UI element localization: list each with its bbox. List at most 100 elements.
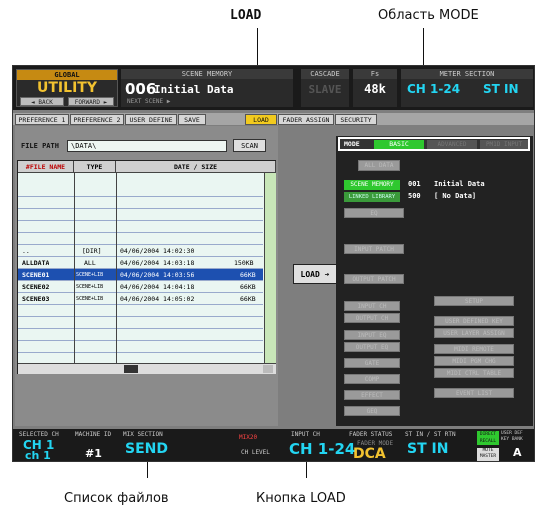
scene-number: 006 <box>125 80 157 98</box>
table-row <box>18 221 263 233</box>
input-label: INPUT CH <box>291 431 320 438</box>
cell-date: 04/06/2004 14:03:18 <box>120 259 195 267</box>
table-row[interactable]: SCENE03 SCENE+LIB 04/06/2004 14:05:02 66… <box>18 293 263 305</box>
tab-security[interactable]: SECURITY <box>335 114 377 125</box>
cell-name: SCENE01 <box>22 271 50 279</box>
tab-fader-assign[interactable]: FADER ASSIGN <box>278 114 334 125</box>
table-row <box>18 341 263 353</box>
library-number: 500 <box>408 192 421 200</box>
linked-library-row: LINKED LIBRARY 500 [ No Data] <box>344 192 524 202</box>
st-in[interactable]: ST IN <box>407 441 448 457</box>
tab-save[interactable]: SAVE <box>178 114 206 125</box>
midi-pgm-chg-button[interactable]: MIDI PGM CHG <box>434 356 514 366</box>
cell-name: ALLDATA <box>22 259 50 267</box>
col-file-name[interactable]: #FILE NAME <box>18 161 74 173</box>
library-title: [ No Data] <box>434 192 477 200</box>
col-divider <box>74 173 75 363</box>
midi-ctrl-table-button[interactable]: MIDI CTRL TABLE <box>434 368 514 378</box>
right-panel: MODE BASIC ADVANCED PM1D INPUT ALL DATA … <box>336 136 533 426</box>
utility-screen: GLOBAL UTILITY ◄ BACK FORWARD ► SCENE ME… <box>12 65 535 462</box>
setup-button[interactable]: SETUP <box>434 296 514 306</box>
cell-name: SCENE03 <box>22 295 50 303</box>
cascade-box: CASCADE SLAVE <box>301 69 349 107</box>
output-ch-button[interactable]: OUTPUT CH <box>344 313 400 323</box>
scroll-right-arrow[interactable] <box>263 365 273 373</box>
table-row <box>18 233 263 245</box>
next-scene: NEXT SCENE ▶ <box>127 98 171 105</box>
output-eq-button[interactable]: OUTPUT EQ <box>344 342 400 352</box>
table-row[interactable]: .. [DIR] 04/06/2004 14:02:30 <box>18 245 263 257</box>
direct-recall[interactable]: DIRECT RECALL <box>477 431 499 445</box>
input-patch-button[interactable]: INPUT PATCH <box>344 244 404 254</box>
scan-button[interactable]: SCAN <box>233 139 266 152</box>
meter-box: METER SECTION CH 1-24 ST IN <box>401 69 533 107</box>
back-button[interactable]: ◄ BACK <box>20 97 64 106</box>
scene-memory-box: SCENE MEMORY 006 Initial Data NEXT SCENE… <box>121 69 293 107</box>
cell-size: 66KB <box>240 283 256 291</box>
event-list-button[interactable]: EVENT LIST <box>434 388 514 398</box>
geq-button[interactable]: GEQ <box>344 406 400 416</box>
all-data-button[interactable]: ALL DATA <box>358 160 400 171</box>
user-layer-assign-button[interactable]: USER LAYER ASSIGN <box>434 328 514 338</box>
col-date-size[interactable]: DATE / SIZE <box>116 161 276 173</box>
fader-status-label: FADER STATUS <box>349 431 393 438</box>
tab-preference-1[interactable]: PREFERENCE 1 <box>15 114 69 125</box>
cell-date: 04/06/2004 14:02:30 <box>120 247 195 255</box>
linked-library-label[interactable]: LINKED LIBRARY <box>344 192 400 202</box>
load-button[interactable]: LOAD ➔ <box>293 264 337 284</box>
cell-date: 04/06/2004 14:05:02 <box>120 295 195 303</box>
tab-load[interactable]: LOAD <box>245 114 277 125</box>
bottom-status-bar: SELECTED CH MACHINE ID CH 1 ch 1 #1 MIX … <box>13 429 534 461</box>
comp-button[interactable]: COMP <box>344 374 400 384</box>
meter-st[interactable]: ST IN <box>483 82 519 96</box>
file-list[interactable]: #FILE NAME TYPE DATE / SIZE .. [DIR] 04/… <box>17 160 276 374</box>
mode-label: MODE <box>344 140 360 148</box>
scroll-thumb[interactable] <box>124 365 138 373</box>
cell-size: 66KB <box>240 271 256 279</box>
mix-section-label: MIX SECTION <box>123 431 163 438</box>
meter-label: METER SECTION <box>401 69 533 79</box>
mode-area: MODE BASIC ADVANCED PM1D INPUT <box>338 137 530 151</box>
input-eq-button[interactable]: INPUT EQ <box>344 330 400 340</box>
fader-dca[interactable]: DCA <box>353 446 386 461</box>
user-def-key-bank: USER DEF KEY BANK <box>501 431 523 442</box>
cascade-value: SLAVE <box>308 83 342 96</box>
cell-type: SCENE+LIB <box>76 284 104 290</box>
cell-name: SCENE02 <box>22 283 50 291</box>
forward-button[interactable]: FORWARD ► <box>68 97 114 106</box>
file-path-field[interactable]: \DATA\ <box>67 140 227 152</box>
col-type[interactable]: TYPE <box>74 161 116 173</box>
effect-button[interactable]: EFFECT <box>344 390 400 400</box>
scene-memory-number: 001 <box>408 180 421 188</box>
user-defined-key-button[interactable]: USER DEFINED KEY <box>434 316 514 326</box>
table-row[interactable]: SCENE02 SCENE+LIB 04/06/2004 14:04:18 66… <box>18 281 263 293</box>
callout-load-button: Кнопка LOAD <box>256 491 346 506</box>
mute-master[interactable]: MUTE MASTER <box>477 448 499 461</box>
ch-level: CH LEVEL <box>241 449 270 456</box>
input-ch-range[interactable]: CH 1-24 <box>289 440 355 458</box>
mode-basic[interactable]: BASIC <box>374 140 424 149</box>
user-bank: A <box>513 446 522 459</box>
mode-pm1d-input[interactable]: PM1D INPUT <box>480 140 528 149</box>
vertical-scrollbar[interactable] <box>264 173 276 363</box>
midi-remote-button[interactable]: MIDI REMOTE <box>434 344 514 354</box>
table-row-selected[interactable]: SCENE01 SCENE+LIB 04/06/2004 14:03:56 66… <box>18 269 263 281</box>
eq-button[interactable]: EQ <box>344 208 404 218</box>
horizontal-scrollbar[interactable] <box>18 363 276 374</box>
input-ch-button[interactable]: INPUT CH <box>344 301 400 311</box>
scene-memory-label: SCENE MEMORY <box>121 69 293 79</box>
scene-memory-row: SCENE MEMORY 001 Initial Data <box>344 180 524 190</box>
tab-user-define[interactable]: USER DEFINE <box>125 114 177 125</box>
send-mode[interactable]: SEND <box>125 441 168 457</box>
gate-button[interactable]: GATE <box>344 358 400 368</box>
callout-file-list: Список файлов <box>64 491 169 506</box>
mode-advanced[interactable]: ADVANCED <box>427 140 477 149</box>
callout-load: LOAD <box>230 8 262 23</box>
tab-preference-2[interactable]: PREFERENCE 2 <box>70 114 124 125</box>
scene-memory-label[interactable]: SCENE MEMORY <box>344 180 400 190</box>
cell-size: 66KB <box>240 295 256 303</box>
selected-ch-label: SELECTED CH <box>19 431 59 438</box>
output-patch-button[interactable]: OUTPUT PATCH <box>344 274 404 284</box>
meter-ch[interactable]: CH 1-24 <box>407 82 460 96</box>
table-row[interactable]: ALLDATA ALL 04/06/2004 14:03:18 150KB <box>18 257 263 269</box>
